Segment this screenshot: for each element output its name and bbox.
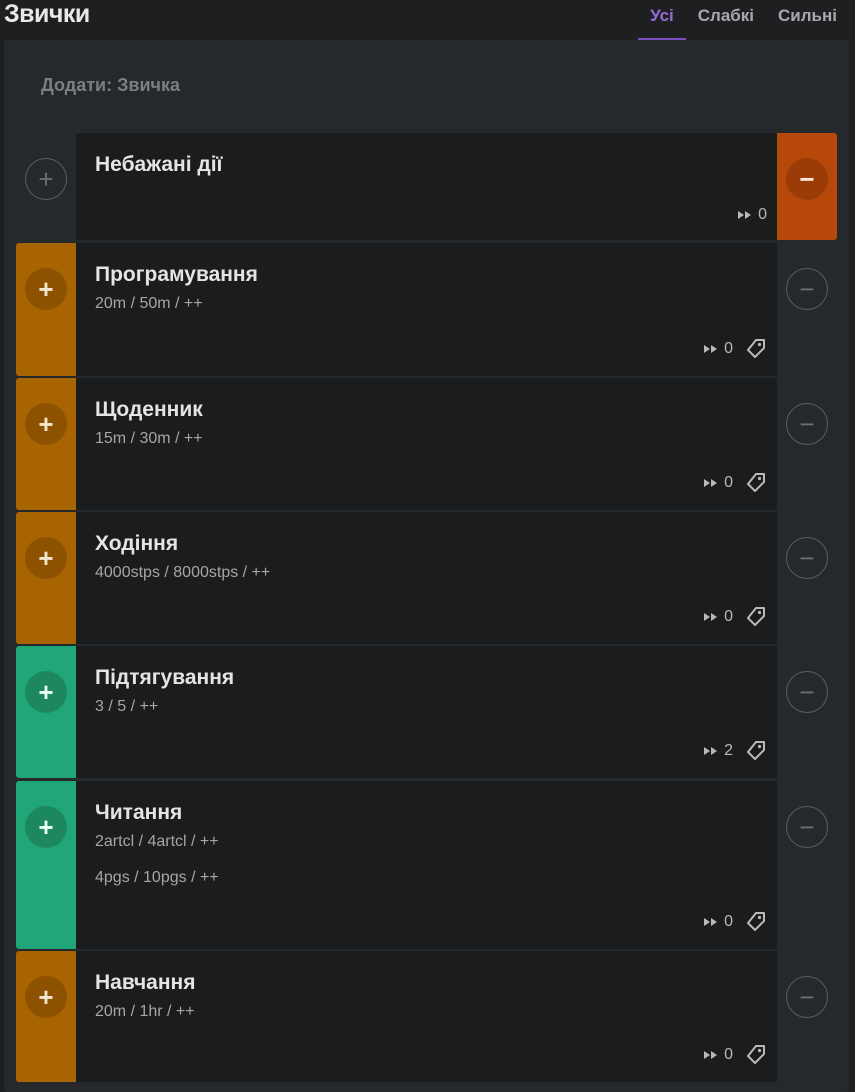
minus-icon[interactable]: − xyxy=(786,671,828,713)
plus-icon[interactable]: + xyxy=(25,537,67,579)
plus-icon[interactable]: + xyxy=(25,268,67,310)
decrement-area[interactable]: − xyxy=(777,951,837,1082)
fast-forward-icon xyxy=(704,479,718,487)
increment-area[interactable]: + xyxy=(16,512,76,644)
skip-counter: 0 xyxy=(703,608,733,626)
increment-area[interactable]: + xyxy=(16,781,76,949)
skip-count: 0 xyxy=(758,206,767,223)
habit-footer: 0 xyxy=(703,606,767,628)
habit-footer: 0 xyxy=(737,206,767,224)
plus-icon[interactable]: + xyxy=(25,976,67,1018)
habit-footer: 0 xyxy=(703,338,767,360)
minus-icon[interactable]: − xyxy=(786,537,828,579)
habit-goal: 20m / 1hr / ++ xyxy=(95,1003,195,1020)
decrement-area[interactable]: − xyxy=(777,781,837,949)
habit-goal: 4000stps / 8000stps / ++ xyxy=(95,564,271,581)
habits-panel: Додати: Звичка + Небажані дії 0− + Програмув… xyxy=(4,40,849,1092)
skip-count: 0 xyxy=(724,913,733,930)
page-title: Звички xyxy=(4,0,90,28)
fast-forward-icon xyxy=(704,747,718,755)
fast-forward-icon xyxy=(704,918,718,926)
decrement-area[interactable]: − xyxy=(777,243,837,376)
tab-all[interactable]: Усі xyxy=(638,6,686,40)
increment-area[interactable]: + xyxy=(16,243,76,376)
habit-card: + Програмування 20m / 50m / ++ 0 − xyxy=(16,243,837,376)
skip-counter: 2 xyxy=(703,742,733,760)
decrement-area[interactable]: − xyxy=(777,646,837,778)
plus-icon[interactable]: + xyxy=(25,806,67,848)
habit-body[interactable]: Читання 2artcl / 4artcl / ++ 4pgs / 10pgs … xyxy=(76,781,777,949)
skip-counter: 0 xyxy=(703,913,733,931)
habit-body[interactable]: Щоденник 15m / 30m / ++ 0 xyxy=(76,378,777,510)
habit-goal: 20m / 50m / ++ xyxy=(95,295,203,312)
skip-counter: 0 xyxy=(703,340,733,358)
plus-icon[interactable]: + xyxy=(25,403,67,445)
plus-icon[interactable]: + xyxy=(25,158,67,200)
decrement-area[interactable]: − xyxy=(777,378,837,510)
habit-goal: 4pgs / 10pgs / ++ xyxy=(95,869,219,886)
habit-body[interactable]: Програмування 20m / 50m / ++ 0 xyxy=(76,243,777,376)
habit-name: Небажані дії xyxy=(95,153,223,176)
tag-icon[interactable] xyxy=(745,911,767,933)
habit-body[interactable]: Підтягування 3 / 5 / ++ 2 xyxy=(76,646,777,778)
skip-count: 0 xyxy=(724,608,733,625)
habit-card: + Підтягування 3 / 5 / ++ 2 − xyxy=(16,646,837,778)
habit-card: + Щоденник 15m / 30m / ++ 0 − xyxy=(16,378,837,510)
plus-icon[interactable]: + xyxy=(25,671,67,713)
skip-counter: 0 xyxy=(703,1046,733,1064)
filter-tabs: Усі Слабкі Сильні xyxy=(626,6,837,40)
habit-name: Ходіння xyxy=(95,532,179,555)
decrement-area[interactable]: − xyxy=(777,133,837,240)
tag-icon[interactable] xyxy=(745,472,767,494)
minus-icon[interactable]: − xyxy=(786,158,828,200)
habit-footer: 2 xyxy=(703,740,767,762)
habit-name: Підтягування xyxy=(95,666,235,689)
minus-icon[interactable]: − xyxy=(786,806,828,848)
habit-card: + Ходіння 4000stps / 8000stps / ++ 0 − xyxy=(16,512,837,644)
fast-forward-icon xyxy=(704,613,718,621)
fast-forward-icon xyxy=(738,211,752,219)
add-habit-input[interactable]: Додати: Звичка xyxy=(41,75,180,96)
habit-card: + Читання 2artcl / 4artcl / ++ 4pgs / 10pgs… xyxy=(16,781,837,949)
tab-weak[interactable]: Слабкі xyxy=(698,6,754,40)
skip-counter: 0 xyxy=(737,206,767,224)
habit-name: Навчання xyxy=(95,971,196,994)
minus-icon[interactable]: − xyxy=(786,976,828,1018)
fast-forward-icon xyxy=(704,1051,718,1059)
increment-area[interactable]: + xyxy=(16,133,76,240)
tab-strong[interactable]: Сильні xyxy=(778,6,837,40)
habit-card: + Навчання 20m / 1hr / ++ 0 − xyxy=(16,951,837,1082)
habit-body[interactable]: Ходіння 4000stps / 8000stps / ++ 0 xyxy=(76,512,777,644)
skip-count: 2 xyxy=(724,742,733,759)
habit-footer: 0 xyxy=(703,1044,767,1066)
tag-icon[interactable] xyxy=(745,1044,767,1066)
habit-goal: 2artcl / 4artcl / ++ xyxy=(95,833,219,850)
habit-footer: 0 xyxy=(703,911,767,933)
skip-count: 0 xyxy=(724,474,733,491)
minus-icon[interactable]: − xyxy=(786,403,828,445)
increment-area[interactable]: + xyxy=(16,951,76,1082)
habit-name: Щоденник xyxy=(95,398,203,421)
increment-area[interactable]: + xyxy=(16,646,76,778)
skip-counter: 0 xyxy=(703,474,733,492)
skip-count: 0 xyxy=(724,340,733,357)
habit-card: + Небажані дії 0 − xyxy=(16,133,837,240)
habit-name: Читання xyxy=(95,801,183,824)
header: Звички Усі Слабкі Сильні xyxy=(0,0,855,40)
habit-body[interactable]: Небажані дії 0 xyxy=(76,133,777,240)
minus-icon[interactable]: − xyxy=(786,268,828,310)
tag-icon[interactable] xyxy=(745,740,767,762)
decrement-area[interactable]: − xyxy=(777,512,837,644)
increment-area[interactable]: + xyxy=(16,378,76,510)
habit-body[interactable]: Навчання 20m / 1hr / ++ 0 xyxy=(76,951,777,1082)
skip-count: 0 xyxy=(724,1046,733,1063)
habit-footer: 0 xyxy=(703,472,767,494)
tag-icon[interactable] xyxy=(745,606,767,628)
tag-icon[interactable] xyxy=(745,338,767,360)
fast-forward-icon xyxy=(704,345,718,353)
habit-goal: 15m / 30m / ++ xyxy=(95,430,203,447)
habit-goal: 3 / 5 / ++ xyxy=(95,698,159,715)
habit-name: Програмування xyxy=(95,263,258,286)
